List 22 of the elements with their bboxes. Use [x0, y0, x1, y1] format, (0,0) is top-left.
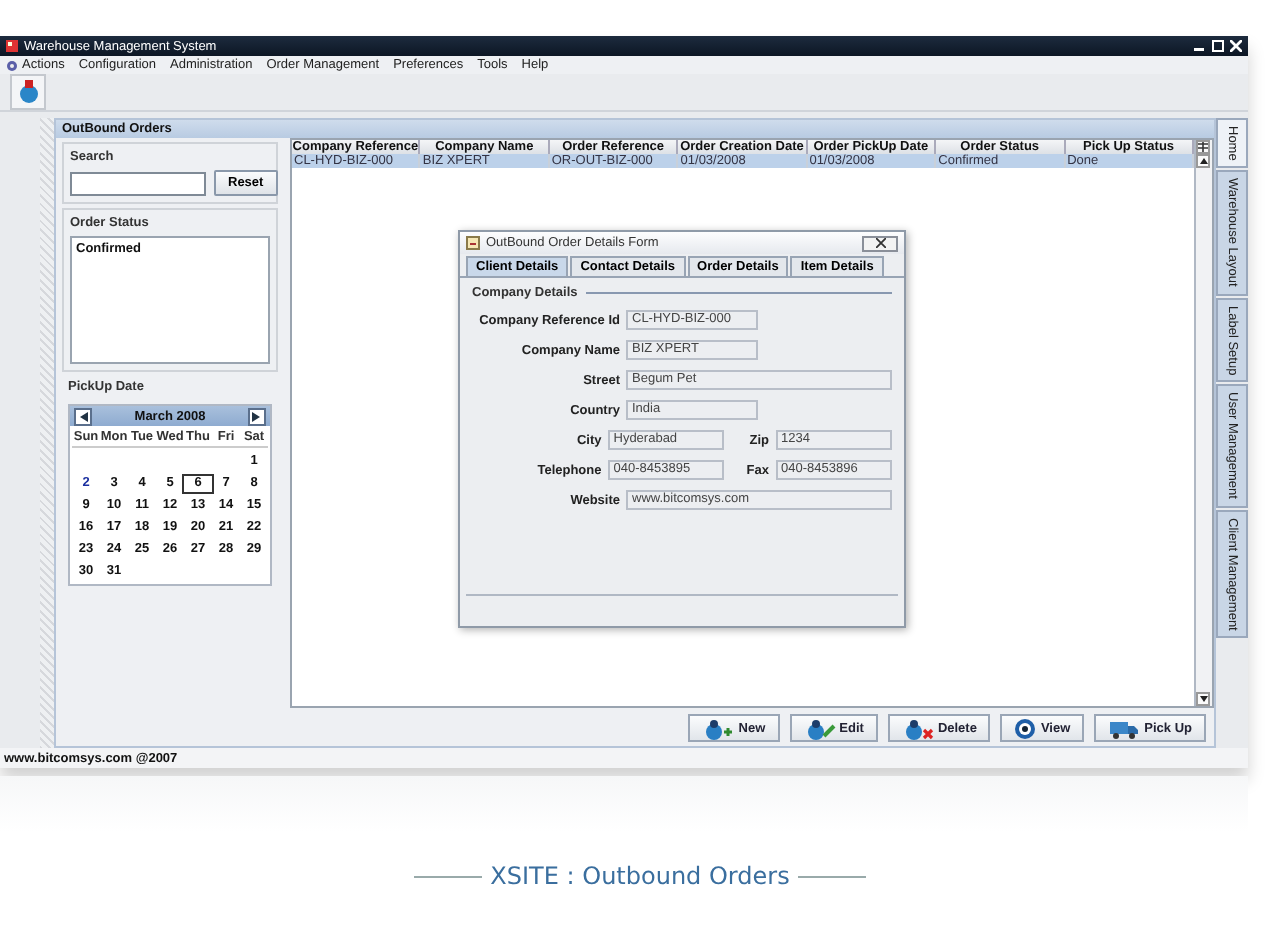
close-icon	[875, 237, 885, 247]
search-field[interactable]	[70, 171, 206, 195]
maximize-icon[interactable]	[1212, 40, 1224, 52]
close-button[interactable]	[862, 235, 898, 251]
scroll-up-icon[interactable]	[1196, 154, 1210, 168]
caption: XSITE : Outbound Orders	[490, 862, 790, 890]
close-icon[interactable]	[1230, 40, 1242, 52]
toolbar-button[interactable]	[10, 74, 46, 110]
globe-pencil-icon	[803, 717, 836, 739]
window-icon	[466, 236, 480, 250]
previous-month-button[interactable]	[74, 407, 92, 425]
globe-cross-icon	[901, 717, 934, 739]
right-triangle-icon	[252, 411, 261, 421]
truck-icon	[1108, 717, 1141, 739]
app-icon	[6, 40, 18, 52]
next-month-button[interactable]	[247, 407, 266, 425]
left-triangle-icon	[79, 411, 87, 421]
column-chooser-icon[interactable]	[1196, 140, 1210, 154]
scroll-down-icon[interactable]	[1196, 692, 1210, 706]
globe-icon	[17, 80, 39, 104]
eye-icon	[1014, 717, 1037, 739]
globe-plus-icon	[702, 717, 735, 739]
